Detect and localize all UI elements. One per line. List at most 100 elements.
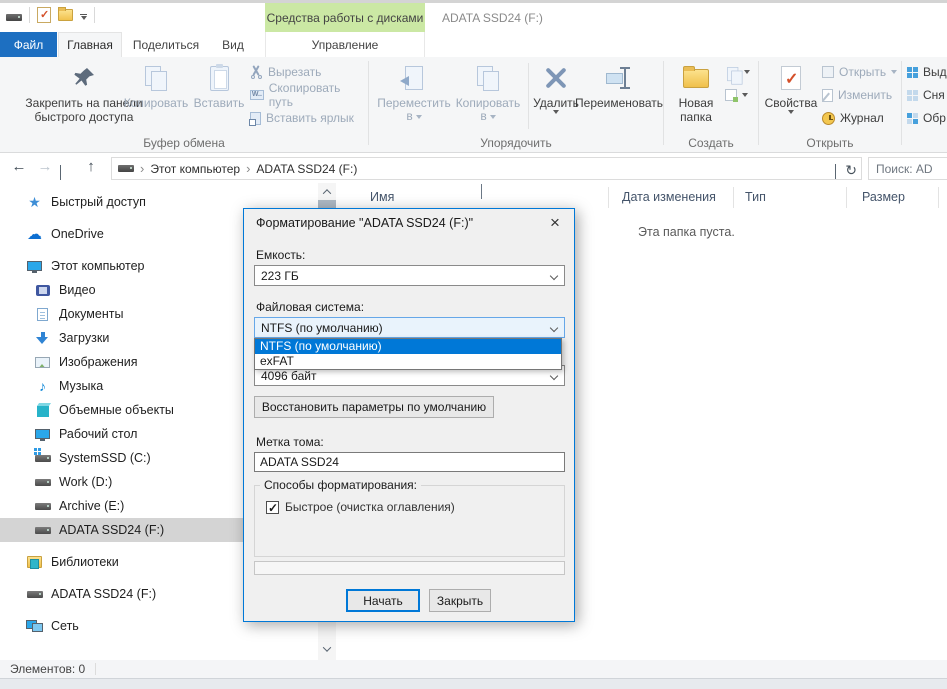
up-icon[interactable]: ↑ [80, 158, 102, 175]
format-progress-bar [254, 561, 565, 575]
dropdown-icon [490, 115, 496, 119]
start-button[interactable]: Начать [346, 589, 420, 612]
group-caption-organize: Упорядочить [370, 136, 662, 150]
breadcrumb-drive[interactable]: ADATA SSD24 (F:) [256, 162, 357, 176]
group-caption-open: Открыть [760, 136, 900, 150]
edit-button[interactable]: Изменить [822, 86, 897, 104]
paste-shortcut-icon [250, 112, 261, 125]
cut-button[interactable]: Вырезать [250, 63, 366, 81]
cut-icon [250, 66, 263, 79]
paste-shortcut-button[interactable]: Вставить ярлык [250, 109, 366, 127]
filesystem-label: Файловая система: [256, 300, 364, 314]
group-open: Свойства Открыть Изменить Журнал Отк [760, 57, 900, 153]
forward-icon[interactable]: → [34, 158, 56, 175]
close-icon[interactable]: × [542, 211, 568, 235]
drive-icon [34, 503, 51, 510]
separator [528, 63, 529, 129]
tab-file[interactable]: Файл [0, 32, 57, 57]
move-to-button[interactable]: Переместить в [376, 57, 452, 123]
column-header-size[interactable]: Размер [862, 190, 905, 204]
group-separator [663, 61, 664, 145]
filesystem-select[interactable]: NTFS (по умолчанию) [254, 317, 565, 338]
column-header-date[interactable]: Дата изменения [622, 190, 716, 204]
select-none-button[interactable]: Сня [907, 86, 947, 104]
copy-button[interactable]: Копировать [122, 57, 190, 110]
dialog-titlebar[interactable]: Форматирование "ADATA SSD24 (F:)" × [244, 209, 574, 237]
dropdown-option-ntfs[interactable]: NTFS (по умолчанию) [255, 339, 561, 354]
column-header-name[interactable]: Имя [370, 190, 394, 204]
volume-name-input[interactable] [254, 452, 565, 472]
quick-access-toolbar [6, 7, 95, 23]
capacity-select[interactable]: 223 ГБ [254, 265, 565, 286]
documents-icon [34, 308, 51, 321]
paste-button[interactable]: Вставить [190, 57, 248, 110]
rename-icon [606, 63, 632, 93]
music-icon: ♪ [34, 378, 51, 394]
group-separator [368, 61, 369, 145]
customize-quick-access-icon[interactable] [80, 11, 87, 20]
open-icon [822, 66, 834, 78]
dropdown-icon [788, 110, 794, 114]
format-options-caption: Способы форматирования: [260, 478, 421, 492]
address-bar[interactable]: › Этот компьютер › ADATA SSD24 (F:) ↻ [111, 157, 862, 180]
back-icon[interactable]: ← [8, 158, 30, 175]
rename-button[interactable]: Переименовать [576, 57, 662, 110]
dropdown-option-exfat[interactable]: exFAT [255, 354, 561, 369]
drive-icon [34, 527, 51, 534]
group-separator [758, 61, 759, 145]
properties-button[interactable]: Свойства [764, 57, 818, 114]
quick-format-option[interactable]: Быстрое (очистка оглавления) [266, 500, 455, 514]
history-button[interactable]: Журнал [822, 109, 897, 127]
format-options-groupbox [254, 485, 565, 557]
copy-icon [145, 63, 167, 93]
breadcrumb-separator: › [140, 161, 144, 176]
copy-path-button[interactable]: Скопировать путь [250, 86, 366, 104]
properties-icon[interactable] [37, 7, 51, 23]
easy-access-button[interactable] [725, 86, 750, 104]
drive-icon [118, 165, 134, 172]
column-header-type[interactable]: Тип [745, 190, 766, 204]
edit-icon [822, 89, 833, 102]
contextual-tab-header: Средства работы с дисками [265, 3, 425, 32]
paste-icon [210, 63, 229, 93]
recent-locations-icon[interactable] [60, 165, 61, 179]
group-select: Выд Сня Обр [905, 57, 947, 153]
group-organize: Переместить в Копировать в Удалить Переи… [370, 57, 662, 153]
ribbon-tabs: Файл Главная Поделиться Вид Управление [0, 32, 947, 57]
network-icon [26, 620, 43, 632]
group-separator [901, 61, 902, 145]
new-folder-button[interactable]: Новая папка [669, 57, 723, 124]
invert-selection-icon [907, 113, 918, 124]
search-input[interactable]: Поиск: AD [868, 157, 947, 180]
open-small-buttons: Открыть Изменить Журнал [822, 57, 897, 127]
tab-share[interactable]: Поделиться [128, 32, 204, 57]
refresh-icon[interactable]: ↻ [845, 162, 857, 179]
dropdown-icon [891, 70, 897, 74]
checkbox-checked-icon[interactable] [266, 501, 279, 514]
new-folder-icon[interactable] [58, 9, 73, 21]
close-button[interactable]: Закрыть [429, 589, 491, 612]
scroll-up-icon[interactable] [318, 183, 336, 200]
format-dialog: Форматирование "ADATA SSD24 (F:)" × Емко… [243, 208, 575, 622]
filesystem-dropdown-list: NTFS (по умолчанию) exFAT [254, 338, 562, 370]
invert-selection-button[interactable]: Обр [907, 109, 947, 127]
tab-view[interactable]: Вид [210, 32, 256, 57]
tab-home[interactable]: Главная [58, 32, 122, 57]
tab-manage[interactable]: Управление [265, 32, 425, 57]
scroll-down-icon[interactable] [318, 640, 336, 657]
navigation-bar: ← → ↑ › Этот компьютер › ADATA SSD24 (F:… [0, 154, 947, 183]
restore-defaults-button[interactable]: Восстановить параметры по умолчанию [254, 396, 494, 418]
new-item-button[interactable] [725, 63, 750, 81]
dropdown-icon [744, 70, 750, 74]
select-all-button[interactable]: Выд [907, 63, 947, 81]
cube-icon [34, 403, 51, 417]
libraries-icon [26, 556, 43, 568]
copy-to-button[interactable]: Копировать в [452, 57, 524, 123]
new-folder-icon [683, 63, 709, 93]
videos-icon [34, 285, 51, 296]
address-dropdown-icon[interactable] [835, 164, 836, 178]
drive-icon [34, 479, 51, 486]
open-button[interactable]: Открыть [822, 63, 897, 81]
ribbon: Закрепить на панели быстрого доступа Коп… [0, 57, 947, 153]
breadcrumb-this-pc[interactable]: Этот компьютер [150, 162, 240, 176]
